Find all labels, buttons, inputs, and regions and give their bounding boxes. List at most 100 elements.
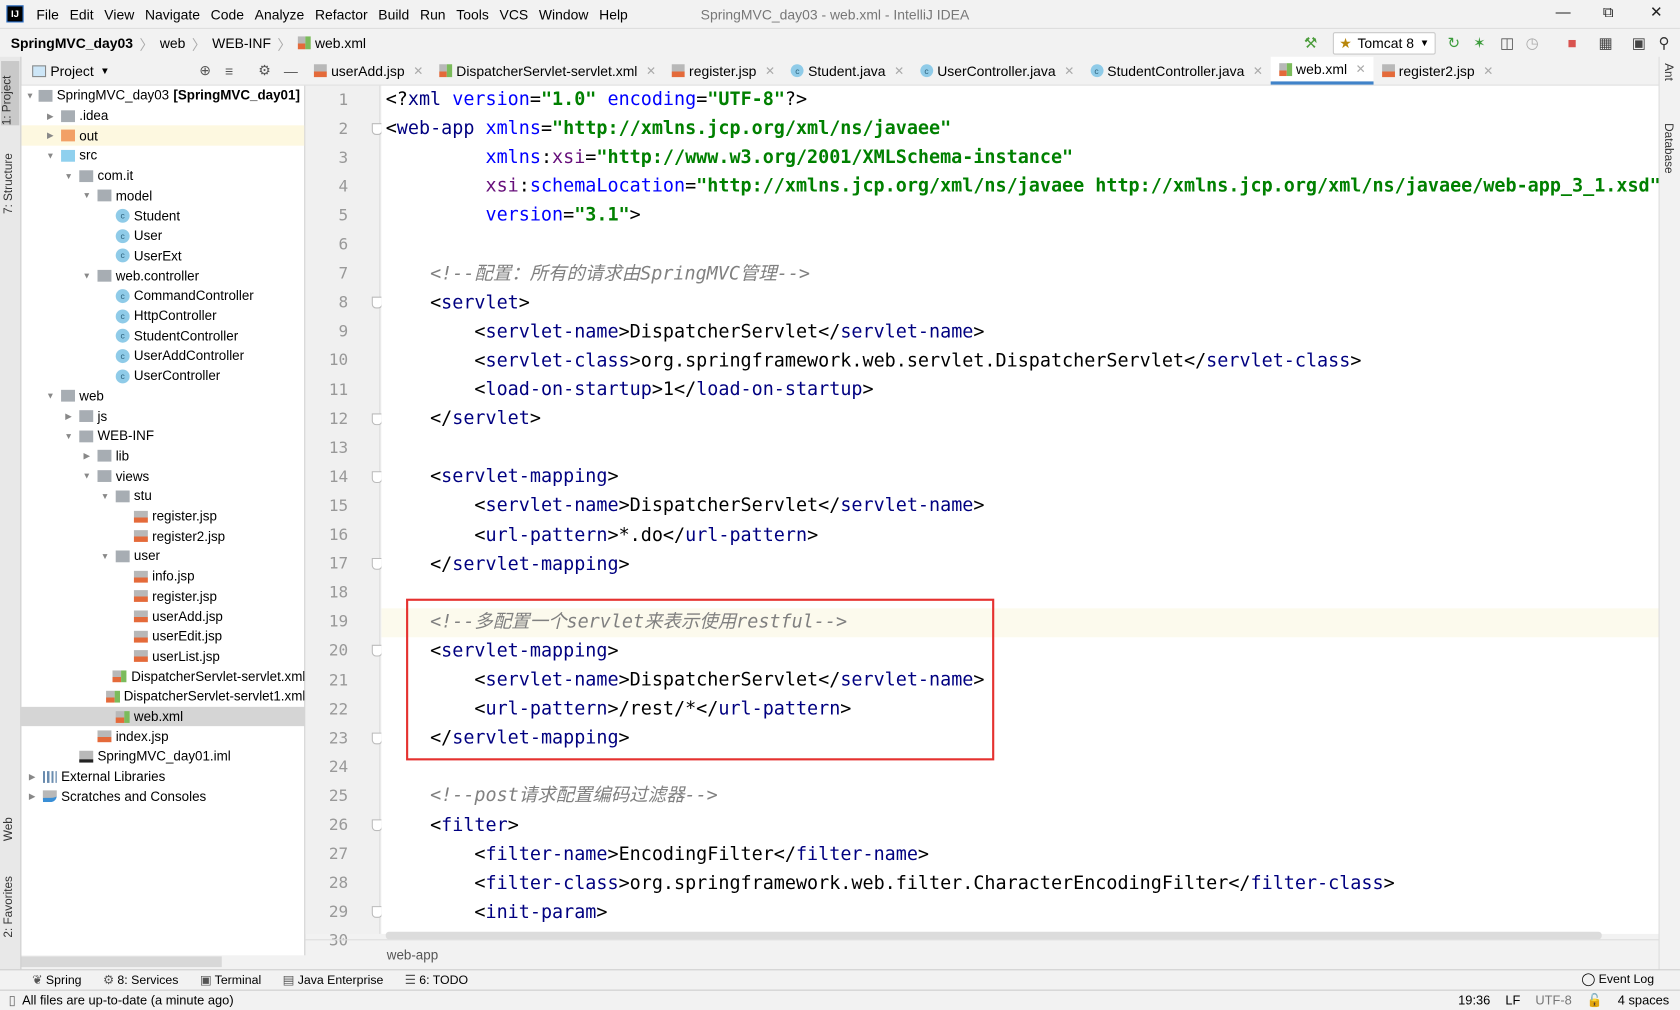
tab-database-tool[interactable]: Database	[1662, 123, 1675, 173]
breadcrumb-web[interactable]: web	[160, 35, 186, 51]
tree-item[interactable]: ▶ js	[21, 406, 304, 426]
locate-icon[interactable]: ⊕	[199, 62, 211, 79]
chevron-right-icon[interactable]: ▶	[44, 131, 57, 141]
tree-item[interactable]: userAdd.jsp	[21, 606, 304, 626]
menu-refactor[interactable]: Refactor	[315, 6, 368, 22]
tree-item[interactable]: ▼ src	[21, 146, 304, 166]
tab-student-java[interactable]: c Student.java ✕	[782, 57, 911, 85]
tab-register2-jsp[interactable]: register2.jsp ✕	[1373, 57, 1501, 85]
chevron-right-icon[interactable]: ▶	[80, 451, 93, 461]
tree-item[interactable]: ▶ External Libraries	[21, 767, 304, 787]
collapse-all-icon[interactable]: ≡	[225, 63, 233, 79]
close-tab-icon[interactable]: ✕	[1253, 64, 1263, 78]
close-tab-icon[interactable]: ✕	[1483, 64, 1493, 78]
status-toggle-icon[interactable]: ▯	[9, 993, 16, 1008]
tool-spring[interactable]: ❦ Spring	[32, 972, 81, 988]
search-icon[interactable]: ⚲	[1659, 35, 1670, 50]
chevron-down-icon[interactable]: ▼	[80, 271, 93, 281]
tree-item[interactable]: web.xml	[21, 706, 305, 727]
project-view-select[interactable]: Project	[50, 63, 93, 79]
lock-icon[interactable]: 🔓	[1587, 993, 1603, 1008]
chevron-down-icon[interactable]: ▼	[44, 391, 57, 401]
editor-breadcrumb[interactable]: web-app	[305, 939, 1659, 969]
tree-item[interactable]: ▶ .idea	[21, 106, 304, 126]
chevron-right-icon[interactable]: ▶	[26, 772, 39, 782]
menu-view[interactable]: View	[104, 6, 134, 22]
project-structure-icon[interactable]: ▦	[1599, 35, 1613, 50]
tree-item[interactable]: c UserExt	[21, 246, 304, 266]
tree-item[interactable]: ▼ stu	[21, 486, 304, 506]
tree-item[interactable]: ▼ WEB-INF	[21, 426, 304, 446]
tool-6-todo[interactable]: ☰ 6: TODO	[405, 972, 468, 988]
tab-web-tool[interactable]: Web	[2, 817, 15, 841]
tree-item[interactable]: ▼ web	[21, 386, 304, 406]
file-encoding[interactable]: UTF-8	[1535, 993, 1571, 1008]
chevron-down-icon[interactable]: ▼	[100, 65, 110, 76]
tab-structure-tool[interactable]: 7: Structure	[2, 153, 15, 214]
menu-edit[interactable]: Edit	[70, 6, 94, 22]
close-button[interactable]: ✕	[1650, 3, 1663, 21]
indent-setting[interactable]: 4 spaces	[1618, 993, 1669, 1008]
run-configuration-select[interactable]: ★ Tomcat 8 ▼	[1332, 32, 1436, 55]
code-editor[interactable]: <?xml version="1.0" encoding="UTF-8"?> <w…	[381, 85, 1659, 934]
tree-item[interactable]: DispatcherServlet-servlet1.xml	[21, 687, 304, 707]
close-tab-icon[interactable]: ✕	[765, 64, 775, 78]
chevron-down-icon[interactable]: ▼	[80, 471, 93, 481]
chevron-down-icon[interactable]: ▼	[62, 171, 75, 181]
tree-item[interactable]: c HttpController	[21, 306, 304, 326]
tree-item[interactable]: index.jsp	[21, 727, 304, 747]
editor-horizontal-scrollbar[interactable]	[385, 931, 1602, 940]
tree-item[interactable]: register.jsp	[21, 586, 304, 606]
tab-ant-tool[interactable]: Ant	[1662, 63, 1675, 81]
chevron-down-icon[interactable]: ▼	[26, 91, 34, 101]
hide-icon[interactable]: —	[284, 63, 298, 79]
chevron-down-icon[interactable]: ▼	[99, 491, 112, 501]
menu-analyze[interactable]: Analyze	[255, 6, 305, 22]
tree-item[interactable]: ▼ web.controller	[21, 266, 304, 286]
close-tab-icon[interactable]: ✕	[1064, 64, 1074, 78]
gear-icon[interactable]: ⚙	[258, 62, 270, 79]
menu-vcs[interactable]: VCS	[500, 6, 529, 22]
breadcrumb-project[interactable]: SpringMVC_day03	[11, 35, 133, 51]
tool-terminal[interactable]: ▣ Terminal	[200, 972, 261, 988]
close-tab-icon[interactable]: ✕	[1356, 62, 1366, 76]
tree-item[interactable]: register2.jsp	[21, 526, 304, 546]
tree-item[interactable]: c UserAddController	[21, 346, 304, 366]
chevron-down-icon[interactable]: ▼	[99, 551, 112, 561]
line-separator[interactable]: LF	[1505, 993, 1520, 1008]
profile-icon[interactable]: ◷	[1526, 35, 1539, 50]
menu-file[interactable]: File	[36, 6, 58, 22]
build-hammer-icon[interactable]: ⚒	[1304, 35, 1317, 50]
tab-useradd-jsp[interactable]: userAdd.jsp ✕	[305, 57, 430, 85]
tree-item[interactable]: c Student	[21, 206, 304, 226]
tree-item[interactable]: c CommandController	[21, 286, 304, 306]
close-tab-icon[interactable]: ✕	[894, 64, 904, 78]
tab-project-tool[interactable]: 1: Project	[1, 61, 20, 126]
tree-item[interactable]: ▶ Scratches and Consoles	[21, 787, 304, 807]
tree-item[interactable]: register.jsp	[21, 506, 304, 526]
rerun-icon[interactable]: ↻	[1447, 35, 1460, 50]
presentation-icon[interactable]: ▣	[1632, 35, 1646, 50]
chevron-right-icon[interactable]: ▶	[62, 411, 75, 421]
tree-item[interactable]: ▼ user	[21, 546, 304, 566]
event-log-button[interactable]: ◯ Event Log	[1581, 971, 1654, 987]
tab-usercontroller-java[interactable]: c UserController.java ✕	[911, 57, 1081, 85]
minimize-button[interactable]: —	[1556, 3, 1571, 20]
menu-run[interactable]: Run	[420, 6, 446, 22]
chevron-down-icon[interactable]: ▼	[80, 191, 93, 201]
tool-java-enterprise[interactable]: ▤ Java Enterprise	[283, 972, 384, 988]
tab-dispatcherservlet-servlet-xml[interactable]: DispatcherServlet-servlet.xml ✕	[431, 57, 664, 85]
chevron-down-icon[interactable]: ▼	[44, 151, 57, 161]
tab-favorites-tool[interactable]: 2: Favorites	[2, 876, 15, 938]
menu-window[interactable]: Window	[539, 6, 589, 22]
chevron-down-icon[interactable]: ▼	[62, 431, 75, 441]
menu-navigate[interactable]: Navigate	[145, 6, 200, 22]
menu-code[interactable]: Code	[211, 6, 244, 22]
tree-item[interactable]: userList.jsp	[21, 646, 304, 666]
tree-item[interactable]: userEdit.jsp	[21, 626, 304, 646]
tree-item[interactable]: ▼ views	[21, 466, 304, 486]
tab-studentcontroller-java[interactable]: c StudentController.java ✕	[1082, 57, 1271, 85]
coverage-icon[interactable]: ◫	[1500, 35, 1514, 50]
close-tab-icon[interactable]: ✕	[413, 64, 423, 78]
tool-8-services[interactable]: ⚙ 8: Services	[103, 972, 178, 988]
